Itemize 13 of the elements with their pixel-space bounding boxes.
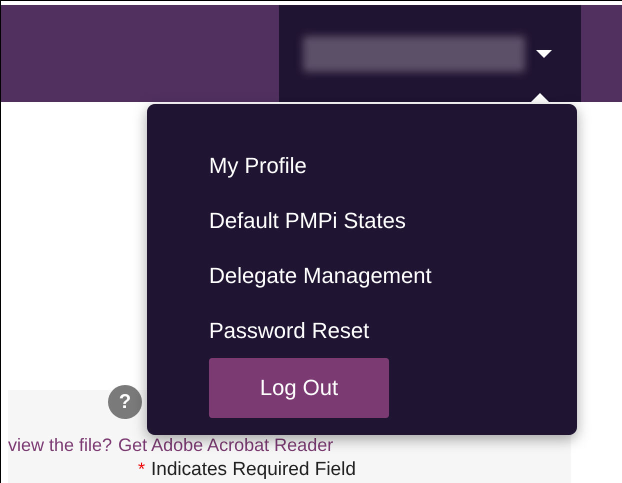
user-menu[interactable] [279, 5, 581, 102]
menu-item[interactable]: Default PMPi States [209, 193, 406, 248]
reader-prompt: view the file? [8, 436, 112, 456]
required-mark: * [138, 460, 146, 481]
help-icon[interactable]: ? [108, 385, 142, 419]
caret-icon [535, 48, 553, 58]
pointer-icon [531, 92, 549, 102]
menu-item[interactable]: Password Reset [209, 303, 370, 358]
reader-link[interactable]: Get Adobe Acrobat Reader [118, 436, 334, 456]
menu-item[interactable]: My Profile [209, 138, 307, 193]
required-label: Indicates Required Field [151, 460, 356, 481]
menu-item[interactable]: Delegate Management [209, 248, 432, 303]
log-out-button[interactable]: Log Out [209, 358, 389, 418]
